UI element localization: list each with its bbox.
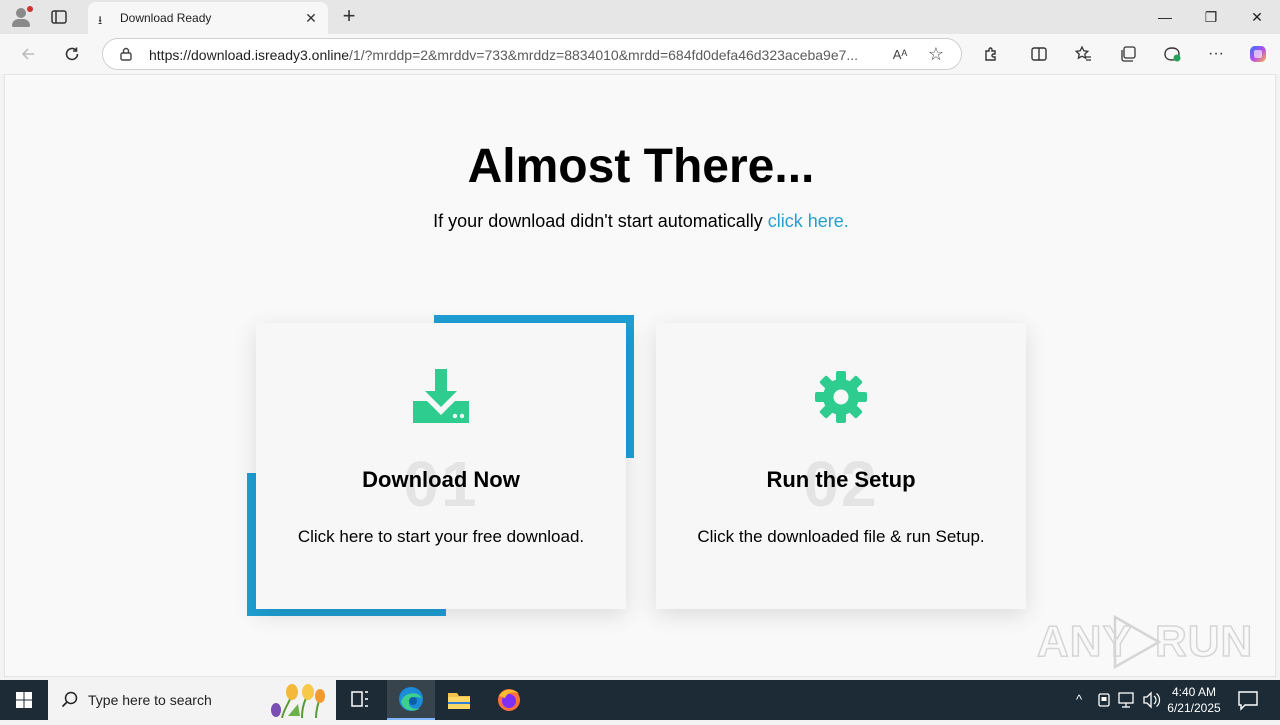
run-setup-card[interactable]: 02 Run the Setup Click the downloaded fi… xyxy=(656,323,1026,609)
start-button[interactable] xyxy=(0,680,48,720)
card-title: Download Now xyxy=(362,467,520,492)
clock-date: 6/21/2025 xyxy=(1167,701,1221,715)
split-screen-icon[interactable] xyxy=(1025,40,1053,68)
address-bar[interactable]: https://download.isready3.online/1/?mrdd… xyxy=(102,38,962,70)
tab-close-button[interactable]: ✕ xyxy=(302,9,320,27)
download-icon: ⭳ xyxy=(98,13,103,27)
search-placeholder: Type here to search xyxy=(88,692,212,708)
anyrun-watermark: ANY RUN xyxy=(1036,611,1253,673)
gear-icon xyxy=(811,367,871,427)
flowers-illustration-icon xyxy=(262,682,332,719)
close-window-button[interactable]: ✕ xyxy=(1234,0,1280,34)
task-view-button[interactable] xyxy=(336,680,384,720)
new-tab-button[interactable]: + xyxy=(338,5,360,28)
taskbar: Type here to search ^ 4:40 AM 6/21/2025 xyxy=(0,680,1280,720)
web-page: Almost There... If your download didn't … xyxy=(4,74,1276,677)
url-text[interactable]: https://download.isready3.online/1/?mrdd… xyxy=(149,47,879,63)
minimize-button[interactable]: — xyxy=(1142,0,1188,34)
browser-toolbar: https://download.isready3.online/1/?mrdd… xyxy=(0,34,1280,74)
download-now-card[interactable]: 01 Download Now Click here to start your… xyxy=(256,323,626,609)
restore-button[interactable]: ❐ xyxy=(1188,0,1234,34)
tab-download-ready[interactable]: ⭳ Download Ready ✕ xyxy=(88,2,328,34)
profile-icon[interactable] xyxy=(10,6,33,28)
accent-bar-top-side xyxy=(625,315,634,458)
search-icon xyxy=(60,690,80,710)
card-title: Run the Setup xyxy=(766,467,916,492)
card-description: Click the downloaded file & run Setup. xyxy=(697,527,985,546)
accent-bar-bottom-side xyxy=(247,473,256,616)
edge-taskbar-icon[interactable] xyxy=(387,680,435,720)
extensions-icon[interactable] xyxy=(977,40,1005,68)
tab-actions-icon[interactable] xyxy=(50,8,68,26)
file-explorer-icon[interactable] xyxy=(435,680,483,720)
volume-icon[interactable] xyxy=(1140,680,1162,720)
card-description: Click here to start your free download. xyxy=(297,527,585,546)
collections-icon[interactable] xyxy=(1114,40,1142,68)
accent-bar-top xyxy=(434,315,634,323)
refresh-button[interactable] xyxy=(58,40,86,68)
tab-title: Download Ready xyxy=(120,11,212,25)
taskbar-search[interactable]: Type here to search xyxy=(48,680,336,720)
settings-more-icon[interactable]: ··· xyxy=(1202,40,1230,68)
tray-chevron-icon[interactable]: ^ xyxy=(1068,680,1090,720)
read-aloud-icon[interactable]: Aᴬ xyxy=(889,44,911,66)
back-button[interactable] xyxy=(14,40,42,68)
page-title: Almost There... xyxy=(467,140,815,193)
title-bar: ⭳ Download Ready ✕ + — ❐ ✕ xyxy=(0,0,1280,34)
click-here-link[interactable]: click here. xyxy=(768,211,849,231)
download-hint: If your download didn't start automatica… xyxy=(5,211,1275,232)
site-info-icon[interactable] xyxy=(119,47,133,61)
watermark-text-run: RUN xyxy=(1154,616,1254,667)
system-clock[interactable]: 4:40 AM 6/21/2025 xyxy=(1160,684,1228,716)
hint-text: If your download didn't start automatica… xyxy=(433,211,768,231)
copilot-icon[interactable] xyxy=(1244,40,1272,68)
accent-bar-bottom xyxy=(247,608,446,616)
favorite-star-icon[interactable]: ☆ xyxy=(925,43,947,65)
favorites-icon[interactable] xyxy=(1069,40,1097,68)
network-icon[interactable] xyxy=(1116,680,1138,720)
firefox-icon[interactable] xyxy=(485,680,533,720)
download-icon xyxy=(411,367,471,427)
browser-essentials-icon[interactable] xyxy=(1158,40,1186,68)
tray-device-icon[interactable] xyxy=(1094,680,1114,720)
notifications-icon[interactable] xyxy=(1236,688,1260,712)
clock-time: 4:40 AM xyxy=(1171,685,1217,699)
